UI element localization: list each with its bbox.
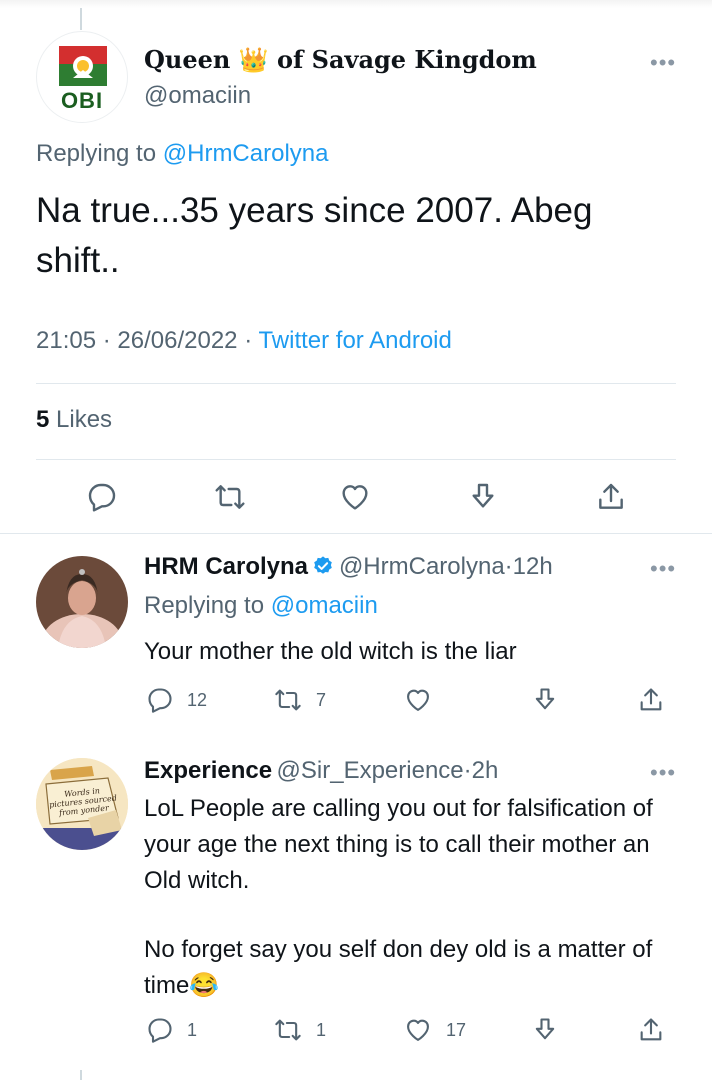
retweet-icon[interactable] <box>274 1016 302 1044</box>
more-options-icon[interactable]: ••• <box>650 760 676 786</box>
thread-line <box>80 8 82 30</box>
tweet-source[interactable]: Twitter for Android <box>258 327 451 354</box>
replying-to-link[interactable]: @HrmCarolyna <box>163 140 329 167</box>
like-count: 17 <box>446 1020 467 1040</box>
tweet-text: Na true...35 years since 2007. Abeg shif… <box>36 191 593 280</box>
reply-count: 1 <box>187 1020 198 1040</box>
meta-separator: · <box>463 757 472 784</box>
reply-text: No forget say you self don dey old is a … <box>144 936 653 999</box>
share-icon[interactable] <box>595 481 627 513</box>
avatar[interactable]: OBI <box>36 31 128 123</box>
avatar[interactable]: Words in pictures sourced from yonder <box>36 758 128 850</box>
reply-count: 12 <box>187 690 208 710</box>
reply-age[interactable]: 2h <box>472 757 499 784</box>
retweet-icon[interactable] <box>274 686 302 714</box>
likes-count: 5 <box>36 406 50 433</box>
display-name[interactable]: Experience <box>144 757 272 784</box>
reply-icon[interactable] <box>146 1016 174 1044</box>
like-icon[interactable] <box>339 481 371 513</box>
thread-line <box>80 1070 82 1080</box>
top-fade <box>0 0 712 8</box>
party-emblem-icon <box>55 44 111 90</box>
like-icon[interactable] <box>404 686 432 714</box>
tweet-meta: 21:05 · 26/06/2022 · Twitter for Android <box>36 327 452 355</box>
reply-header: Experience @Sir_Experience·2h <box>144 757 498 785</box>
username[interactable]: @HrmCarolyna <box>339 553 505 580</box>
replying-prefix: Replying to <box>36 140 163 167</box>
display-name[interactable]: Queen 👑 of Savage Kingdom <box>144 45 537 74</box>
share-icon[interactable] <box>637 686 665 714</box>
avatar[interactable] <box>36 556 128 648</box>
likes-label: Likes <box>56 406 113 433</box>
meta-separator: · <box>102 327 111 354</box>
more-options-icon[interactable]: ••• <box>650 50 676 76</box>
reply-icon[interactable] <box>86 481 118 513</box>
verified-badge-icon <box>314 556 333 574</box>
replying-to-link[interactable]: @omaciin <box>271 592 378 619</box>
avatar-text: OBI <box>60 88 104 113</box>
bookmark-icon[interactable] <box>531 1016 559 1044</box>
replying-to-line: Replying to @omaciin <box>144 592 378 620</box>
display-name[interactable]: HRM Carolyna <box>144 553 308 580</box>
share-icon[interactable] <box>637 1016 665 1044</box>
reply-text: LoL People are calling you out for falsi… <box>144 795 653 894</box>
divider <box>36 459 676 460</box>
replying-to-line: Replying to @HrmCarolyna <box>36 140 328 168</box>
meta-separator: · <box>504 553 513 580</box>
more-options-icon[interactable]: ••• <box>650 556 676 582</box>
reply-age[interactable]: 12h <box>513 553 553 580</box>
tweet-time[interactable]: 21:05 <box>36 327 96 354</box>
reply-text: Your mother the old witch is the liar <box>144 638 517 665</box>
retweet-count: 7 <box>316 690 327 710</box>
replying-prefix: Replying to <box>144 592 271 619</box>
bookmark-icon[interactable] <box>467 481 499 513</box>
divider <box>36 383 676 384</box>
username[interactable]: @Sir_Experience <box>277 757 464 784</box>
meta-separator: · <box>244 327 253 354</box>
reply-icon[interactable] <box>146 686 174 714</box>
reply-header: HRM Carolyna @HrmCarolyna·12h <box>144 553 553 581</box>
bookmark-icon[interactable] <box>531 686 559 714</box>
likes-summary[interactable]: 5 Likes <box>36 406 112 434</box>
tweet-date[interactable]: 26/06/2022 <box>117 327 237 354</box>
retweet-icon[interactable] <box>214 481 246 513</box>
divider <box>0 533 712 534</box>
retweet-count: 1 <box>316 1020 327 1040</box>
profile-photo <box>36 556 128 648</box>
username[interactable]: @omaciin <box>144 82 251 110</box>
like-icon[interactable] <box>404 1016 432 1044</box>
